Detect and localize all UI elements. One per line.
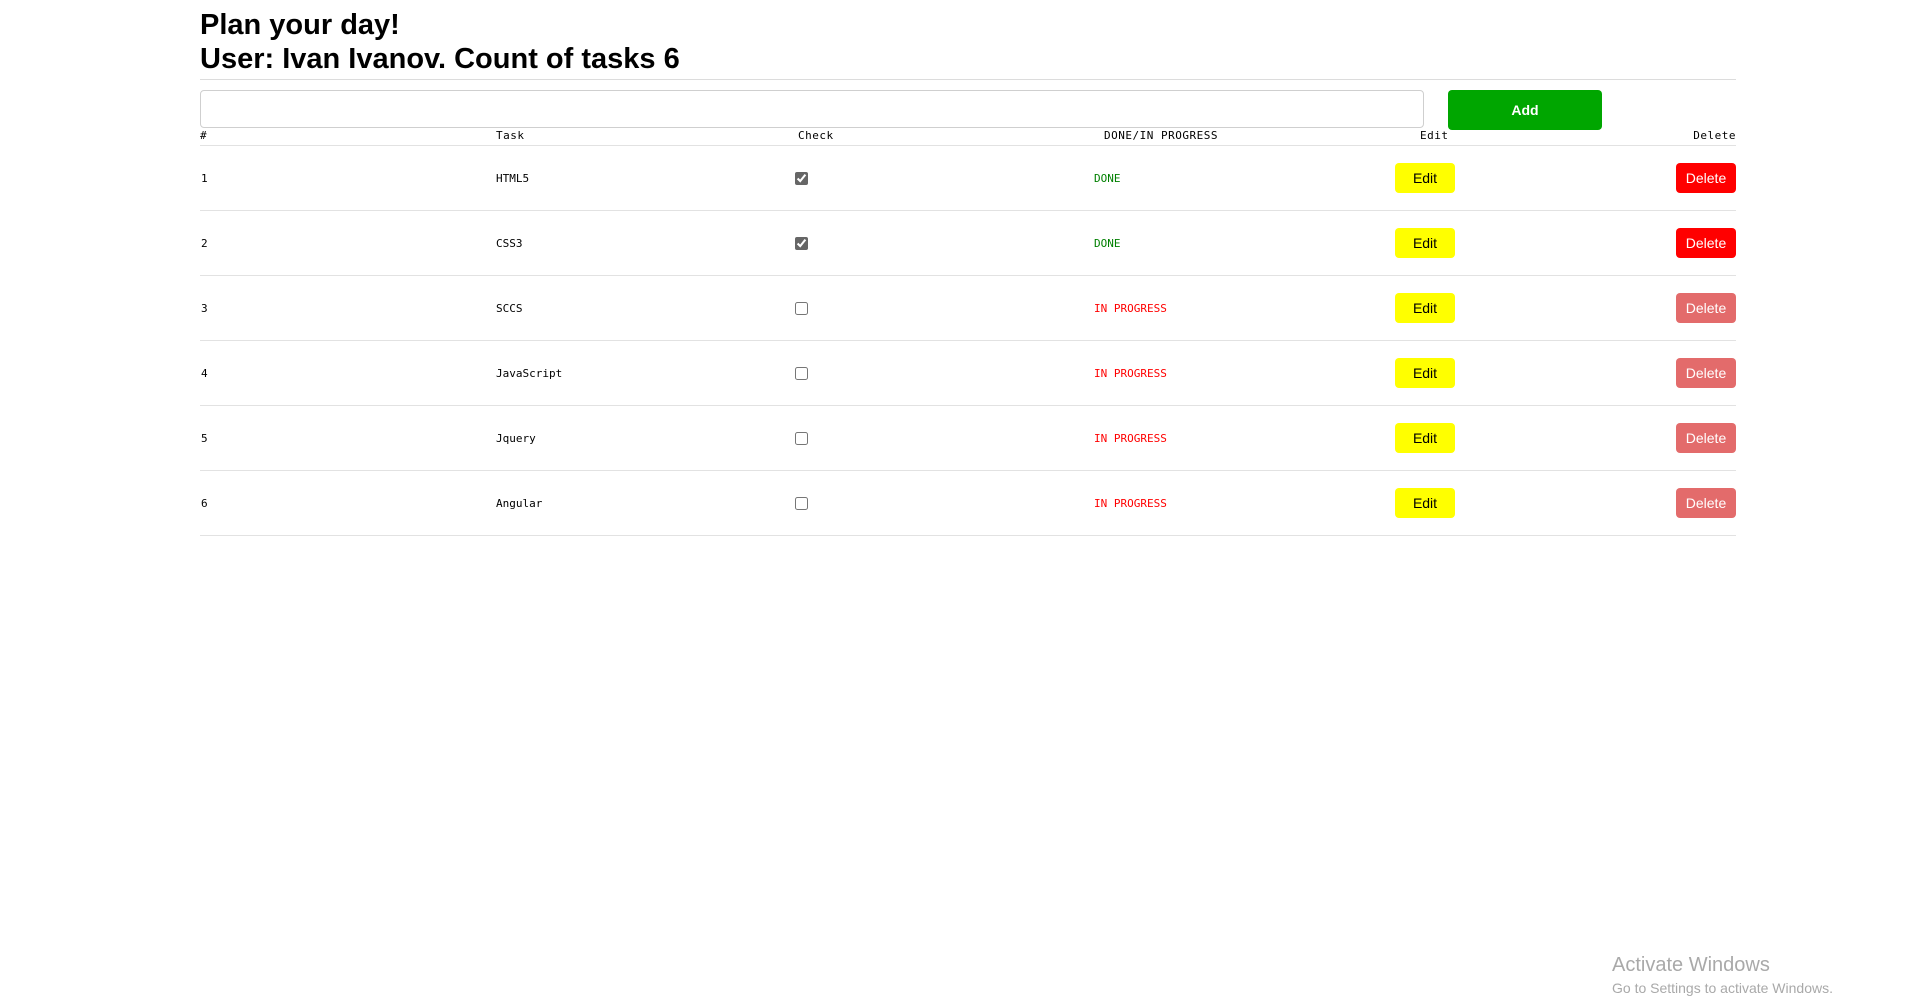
task-status: DONE [1094, 171, 1121, 185]
table-row: 6 Angular IN PROGRESS Edit Delete [200, 471, 1736, 536]
task-delete-cell: Delete [1676, 358, 1736, 388]
edit-button[interactable]: Edit [1395, 488, 1455, 518]
task-edit-cell: Edit [1389, 228, 1682, 258]
task-checkbox[interactable] [795, 236, 808, 250]
task-check-cell [795, 236, 1094, 250]
task-check-cell [795, 431, 1094, 445]
table-row: 2 CSS3 DONE Edit Delete [200, 211, 1736, 276]
add-button[interactable]: Add [1448, 90, 1602, 130]
task-check-cell [795, 301, 1094, 315]
task-name: Jquery [496, 431, 536, 445]
task-name: Angular [496, 496, 543, 510]
task-delete-cell: Delete [1676, 488, 1736, 518]
task-edit-cell: Edit [1389, 358, 1682, 388]
table-row: 4 JavaScript IN PROGRESS Edit Delete [200, 341, 1736, 406]
title-line-2: User: Ivan Ivanov. Count of tasks 6 [200, 43, 680, 75]
activate-windows-watermark: Activate Windows Go to Settings to activ… [1612, 953, 1833, 997]
delete-button[interactable]: Delete [1676, 423, 1736, 453]
delete-button[interactable]: Delete [1676, 228, 1736, 258]
task-number: 6 [201, 496, 208, 510]
task-input[interactable] [200, 90, 1424, 128]
task-edit-cell: Edit [1389, 423, 1682, 453]
task-number: 5 [201, 431, 208, 445]
task-name: SCCS [496, 301, 523, 315]
task-checkbox[interactable] [795, 301, 808, 315]
watermark-subtitle: Go to Settings to activate Windows. [1612, 980, 1833, 996]
task-checkbox[interactable] [795, 431, 808, 445]
task-number: 3 [201, 301, 208, 315]
task-number: 2 [201, 236, 208, 250]
edit-button[interactable]: Edit [1395, 423, 1455, 453]
page: Plan your day! User: Ivan Ivanov. Count … [0, 0, 1920, 1000]
edit-button[interactable]: Edit [1395, 293, 1455, 323]
delete-button[interactable]: Delete [1676, 488, 1736, 518]
task-status: IN PROGRESS [1094, 301, 1167, 315]
watermark-title: Activate Windows [1612, 954, 1770, 976]
delete-button[interactable]: Delete [1676, 293, 1736, 323]
task-status: IN PROGRESS [1094, 366, 1167, 380]
delete-button[interactable]: Delete [1676, 358, 1736, 388]
task-edit-cell: Edit [1389, 293, 1682, 323]
edit-button[interactable]: Edit [1395, 163, 1455, 193]
task-checkbox[interactable] [795, 366, 808, 380]
task-name: JavaScript [496, 366, 563, 380]
task-edit-cell: Edit [1389, 163, 1682, 193]
task-edit-cell: Edit [1389, 488, 1682, 518]
task-delete-cell: Delete [1676, 228, 1736, 258]
todo-app: Plan your day! User: Ivan Ivanov. Count … [200, 0, 1736, 536]
task-status: IN PROGRESS [1094, 431, 1167, 445]
task-check-cell [795, 366, 1094, 380]
edit-button[interactable]: Edit [1395, 228, 1455, 258]
task-name: HTML5 [496, 171, 530, 185]
task-checkbox[interactable] [795, 496, 808, 510]
task-status: DONE [1094, 236, 1121, 250]
task-delete-cell: Delete [1676, 163, 1736, 193]
task-check-cell [795, 496, 1094, 510]
task-check-cell [795, 171, 1094, 185]
edit-button[interactable]: Edit [1395, 358, 1455, 388]
title-line-1: Plan your day! [200, 9, 400, 41]
header-divider [200, 79, 1736, 80]
table-row: 1 HTML5 DONE Edit Delete [200, 146, 1736, 211]
table-row: 5 Jquery IN PROGRESS Edit Delete [200, 406, 1736, 471]
task-status: IN PROGRESS [1094, 496, 1167, 510]
task-number: 1 [201, 171, 208, 185]
task-number: 4 [201, 366, 208, 380]
task-name: CSS3 [496, 236, 523, 250]
task-delete-cell: Delete [1676, 293, 1736, 323]
task-list: 1 HTML5 DONE Edit Delete 2 CSS3 DONE Edit Delete 3… [200, 146, 1736, 536]
task-checkbox[interactable] [795, 171, 808, 185]
table-row: 3 SCCS IN PROGRESS Edit Delete [200, 276, 1736, 341]
task-delete-cell: Delete [1676, 423, 1736, 453]
delete-button[interactable]: Delete [1676, 163, 1736, 193]
page-title: Plan your day! User: Ivan Ivanov. Count … [200, 0, 1736, 76]
add-task-form: Add [200, 90, 1736, 134]
